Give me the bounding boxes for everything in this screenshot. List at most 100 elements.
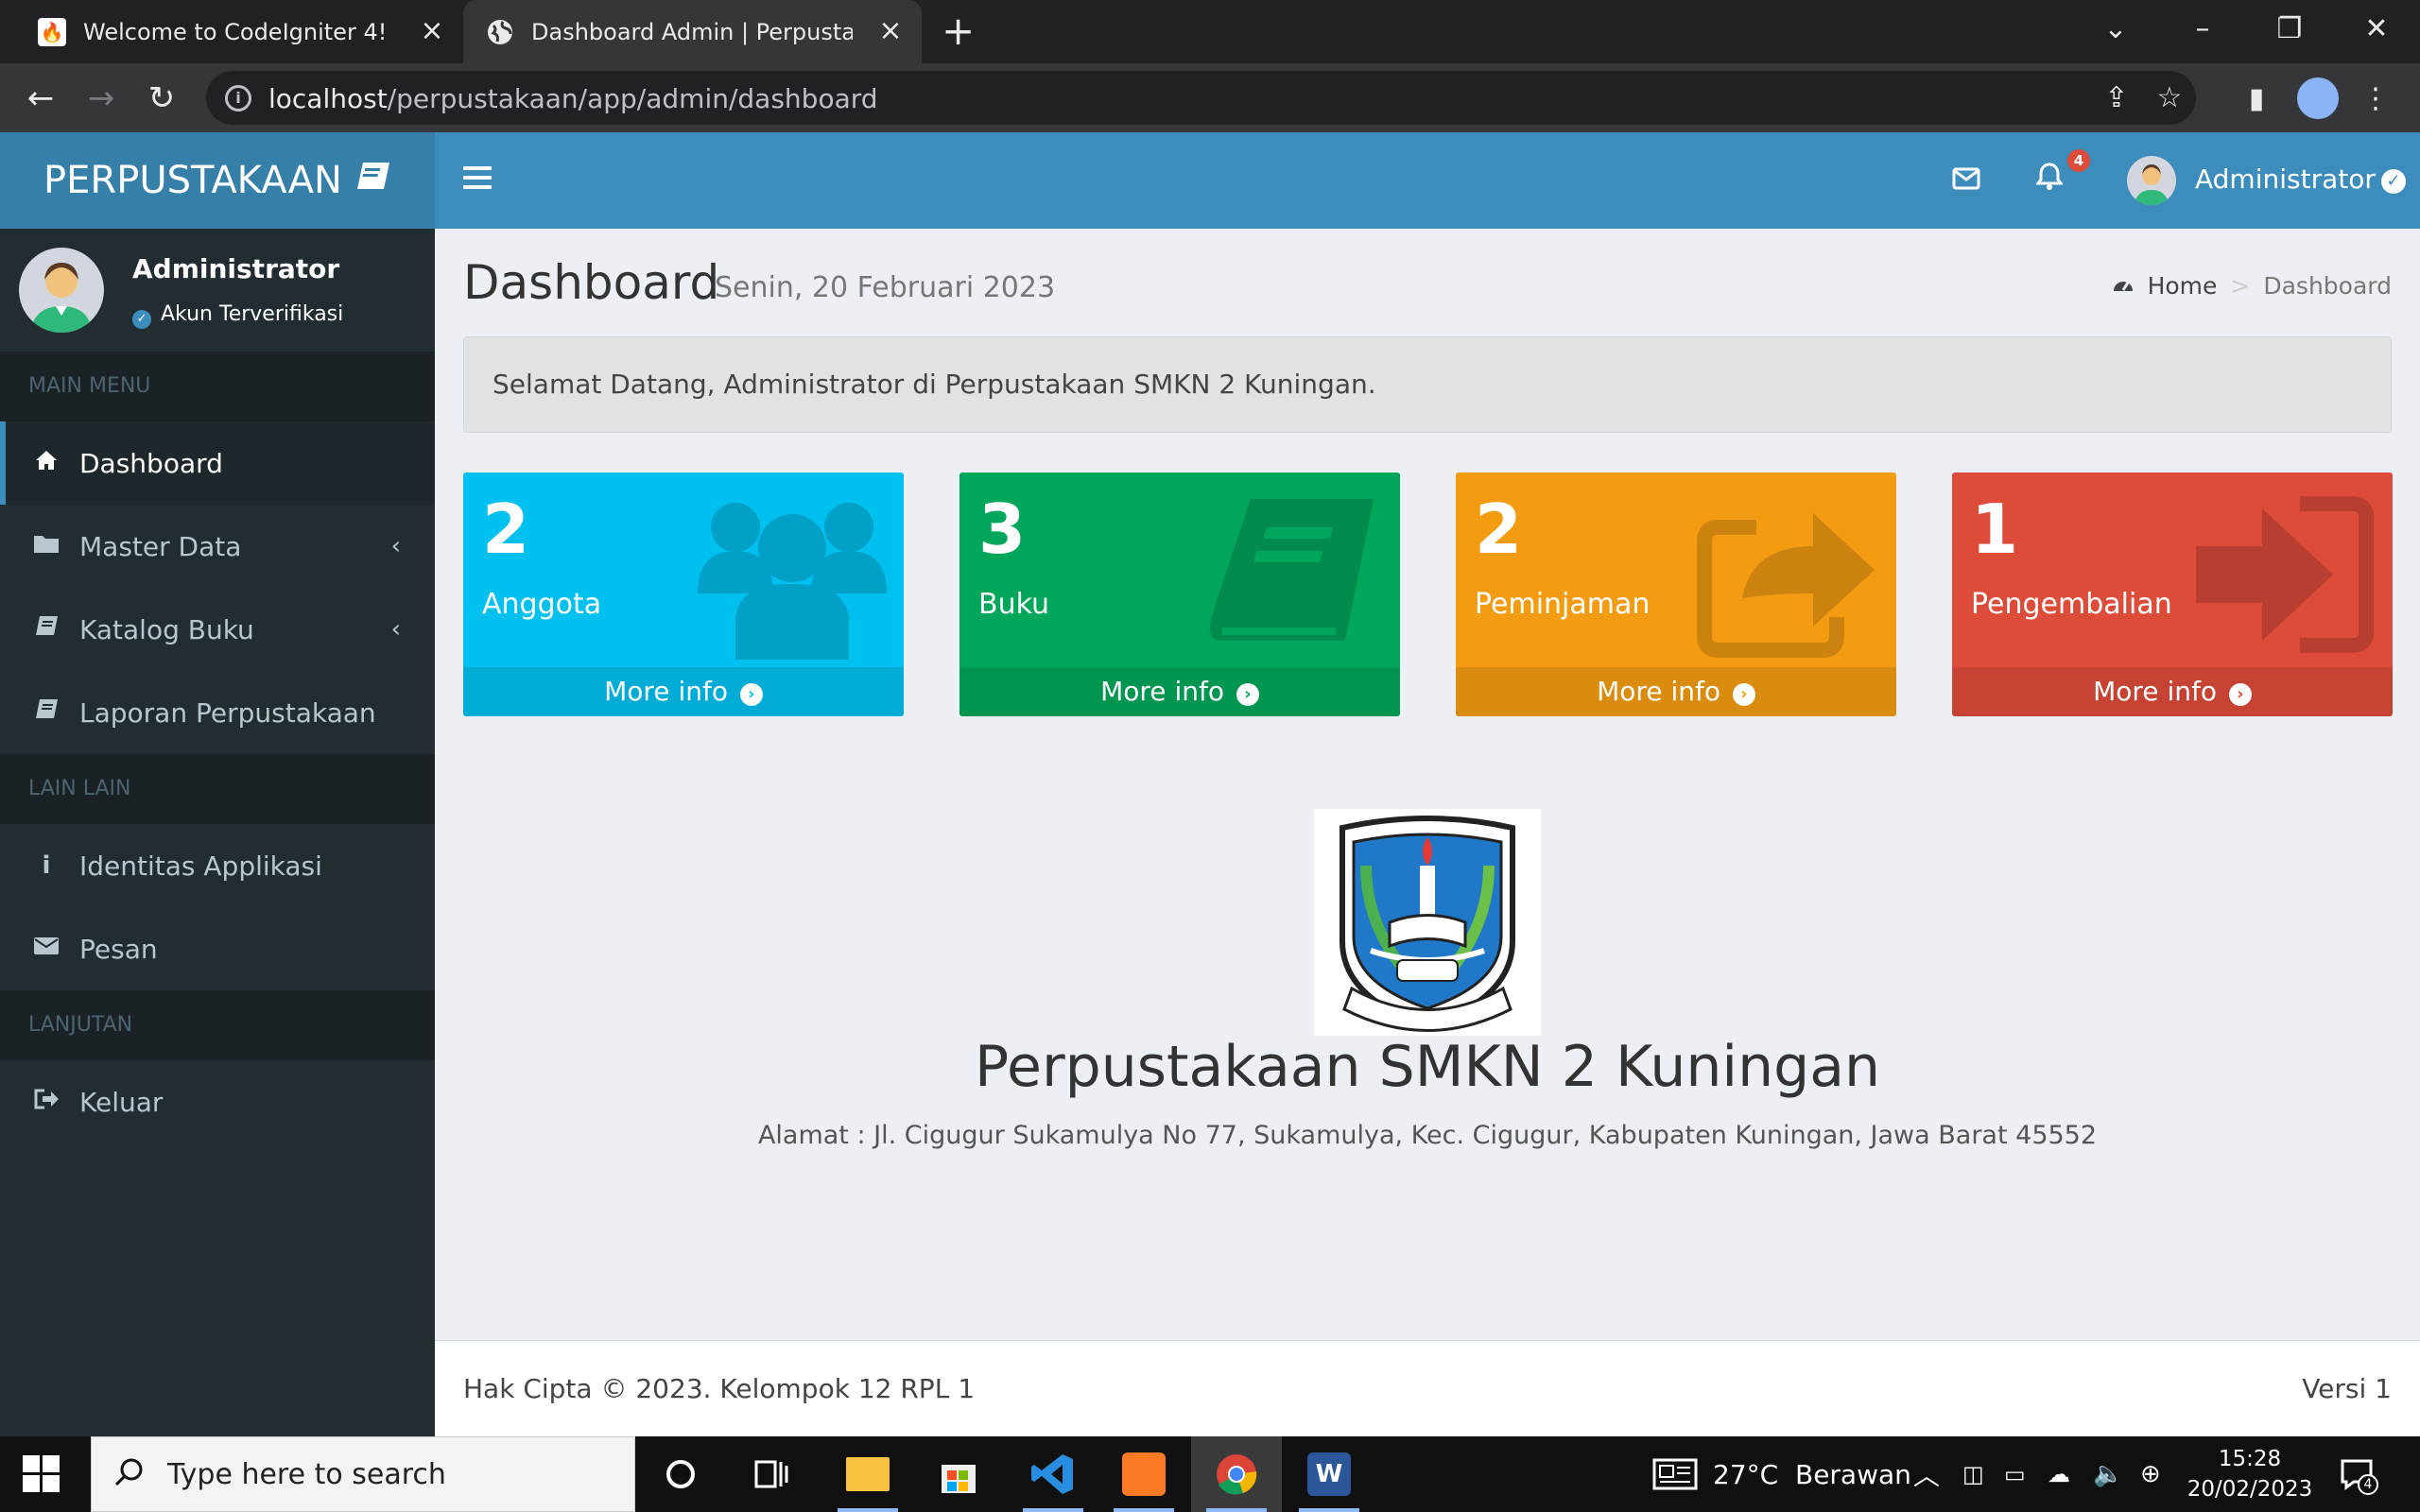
- sidebar-toggle-icon[interactable]: [463, 166, 492, 195]
- codeigniter-flame-icon: 🔥: [38, 17, 66, 46]
- profile-avatar-icon[interactable]: [2297, 77, 2339, 119]
- cortana-icon[interactable]: [635, 1436, 726, 1512]
- sidebar-user-name: Administrator: [132, 253, 340, 284]
- stat-box-anggota: 2 Anggota More info ›: [463, 472, 904, 716]
- onedrive-icon[interactable]: ☁: [2048, 1436, 2070, 1512]
- welcome-callout: Selamat Datang, Administrator di Perpust…: [463, 336, 2392, 433]
- envelope-icon: [32, 935, 60, 963]
- sidebar-item-dashboard[interactable]: Dashboard: [0, 421, 435, 505]
- address-bar[interactable]: i localhost/perpustakaan/app/admin/dashb…: [206, 71, 2196, 125]
- sign-in-icon: [2196, 496, 2374, 653]
- sidebar-item-laporan-perpustakaan[interactable]: Laporan Perpustakaan: [0, 671, 435, 754]
- stat-label: Peminjaman: [1475, 588, 1651, 621]
- version-text: Versi 1: [2302, 1373, 2392, 1404]
- task-view-icon[interactable]: [726, 1436, 817, 1512]
- book-icon: [355, 161, 391, 201]
- new-tab-button[interactable]: +: [942, 11, 975, 51]
- stat-value: 2: [1475, 490, 1523, 569]
- chevron-left-icon: ‹: [390, 615, 401, 644]
- sidebar-item-pesan[interactable]: Pesan: [0, 907, 435, 990]
- network-globe-icon[interactable]: ⊕: [2140, 1436, 2161, 1512]
- arrow-circle-right-icon: ›: [2228, 683, 2252, 706]
- arrow-circle-right-icon: ›: [1732, 683, 1755, 706]
- user-avatar[interactable]: [2127, 156, 2176, 205]
- browser-menu-icon[interactable]: ⋮: [2354, 77, 2397, 120]
- more-info-link[interactable]: More info ›: [1456, 667, 1896, 716]
- battery-icon[interactable]: ▭: [2004, 1436, 2026, 1512]
- windows-taskbar: Type here to search W 27°C Berawan ︿ ◫ ▭…: [0, 1436, 2420, 1512]
- notification-badge: 4: [2067, 149, 2090, 172]
- taskbar-search-box[interactable]: Type here to search: [91, 1436, 635, 1512]
- breadcrumb-home[interactable]: Home: [2148, 272, 2218, 300]
- forward-arrow-icon[interactable]: →: [79, 77, 123, 120]
- microsoft-store-icon[interactable]: [913, 1436, 1004, 1512]
- brand-logo[interactable]: PERPUSTAKAAN: [0, 132, 435, 229]
- header-user-menu[interactable]: Administrator ✓: [2195, 163, 2406, 195]
- tab-title: Dashboard Admin | Perpustakaan: [531, 18, 853, 45]
- stat-label: Buku: [978, 588, 1050, 621]
- search-placeholder: Type here to search: [167, 1458, 446, 1491]
- browser-tab-codeigniter[interactable]: 🔥 Welcome to CodeIgniter 4! ×: [0, 0, 463, 63]
- weather-widget[interactable]: 27°C Berawan: [1652, 1436, 1911, 1512]
- school-logo: [1314, 809, 1541, 1036]
- top-navbar: 4 Administrator ✓: [435, 132, 2420, 229]
- file-explorer-icon[interactable]: [822, 1436, 913, 1512]
- sidebar-item-keluar[interactable]: Keluar: [0, 1060, 435, 1143]
- url-text[interactable]: localhost/perpustakaan/app/admin/dashboa…: [268, 83, 878, 114]
- sidebar-item-label: Keluar: [79, 1086, 164, 1118]
- bell-icon[interactable]: [2029, 161, 2070, 202]
- side-panel-icon[interactable]: ▮: [2235, 77, 2278, 120]
- envelope-icon[interactable]: [1945, 161, 1987, 202]
- share-square-icon: [1697, 513, 1875, 658]
- users-icon: [698, 503, 887, 660]
- info-icon: i: [42, 851, 51, 880]
- breadcrumb: Home > Dashboard: [2112, 272, 2392, 300]
- word-icon[interactable]: W: [1284, 1436, 1374, 1512]
- tab-close-icon[interactable]: ×: [414, 13, 450, 49]
- xampp-icon[interactable]: [1098, 1436, 1189, 1512]
- action-center-icon[interactable]: 4: [2339, 1436, 2378, 1512]
- dashboard-gauge-icon: [2112, 274, 2135, 299]
- sidebar-item-label: Laporan Perpustakaan: [79, 696, 376, 729]
- browser-tab-dashboard[interactable]: Dashboard Admin | Perpustakaan ×: [463, 0, 922, 63]
- sidebar-item-katalog-buku[interactable]: Katalog Buku ‹: [0, 588, 435, 671]
- chevron-left-icon: ‹: [390, 532, 401, 560]
- taskbar-clock[interactable]: 15:28 20/02/2023: [2184, 1444, 2316, 1504]
- browser-toolbar: ← → ↻ i localhost/perpustakaan/app/admin…: [0, 63, 2420, 132]
- reload-icon[interactable]: ↻: [140, 77, 183, 120]
- site-info-icon[interactable]: i: [225, 85, 251, 112]
- sidebar-item-identitas-applikasi[interactable]: i Identitas Applikasi: [0, 824, 435, 907]
- vscode-icon[interactable]: [1008, 1436, 1098, 1512]
- sidebar-user-status: ✓ Akun Terverifikasi: [132, 302, 343, 329]
- brand-text: PERPUSTAKAAN: [43, 159, 342, 202]
- meet-now-icon[interactable]: ◫: [1962, 1436, 1984, 1512]
- user-panel: Administrator ✓ Akun Terverifikasi: [0, 229, 435, 352]
- sidebar-item-master-data[interactable]: Master Data ‹: [0, 505, 435, 588]
- more-info-link[interactable]: More info ›: [463, 667, 904, 716]
- sign-out-icon: [32, 1088, 60, 1117]
- tab-close-icon[interactable]: ×: [873, 13, 908, 49]
- school-name: Perpustakaan SMKN 2 Kuningan: [974, 1034, 1880, 1100]
- tab-search-chevron-icon[interactable]: ⌄: [2072, 0, 2159, 57]
- sidebar-section-lain-lain: LAIN LAIN: [0, 754, 435, 824]
- more-info-link[interactable]: More info ›: [959, 667, 1400, 716]
- sidebar-item-label: Dashboard: [79, 447, 223, 479]
- more-info-link[interactable]: More info ›: [1952, 667, 2393, 716]
- volume-icon[interactable]: 🔈: [2093, 1436, 2123, 1512]
- page-title: Dashboard: [463, 255, 720, 310]
- back-arrow-icon[interactable]: ←: [19, 77, 62, 120]
- sidebar-item-label: Identitas Applikasi: [79, 850, 322, 882]
- stat-box-peminjaman: 2 Peminjaman More info ›: [1456, 472, 1896, 716]
- chrome-icon[interactable]: [1191, 1436, 1282, 1512]
- minimize-icon[interactable]: –: [2159, 0, 2246, 57]
- show-hidden-icons-icon[interactable]: ︿: [1913, 1436, 1940, 1512]
- share-icon[interactable]: ⇪: [2099, 80, 2135, 116]
- restore-icon[interactable]: ❐: [2246, 0, 2333, 57]
- bookmark-star-icon[interactable]: ☆: [2152, 80, 2187, 116]
- page-footer: Hak Cipta © 2023. Kelompok 12 RPL 1 Vers…: [435, 1340, 2420, 1436]
- search-icon: [112, 1456, 147, 1490]
- windows-start-icon[interactable]: [23, 1455, 60, 1493]
- sidebar-item-label: Master Data: [79, 530, 242, 562]
- stat-label: Pengembalian: [1971, 588, 2172, 621]
- close-window-icon[interactable]: ✕: [2333, 0, 2420, 57]
